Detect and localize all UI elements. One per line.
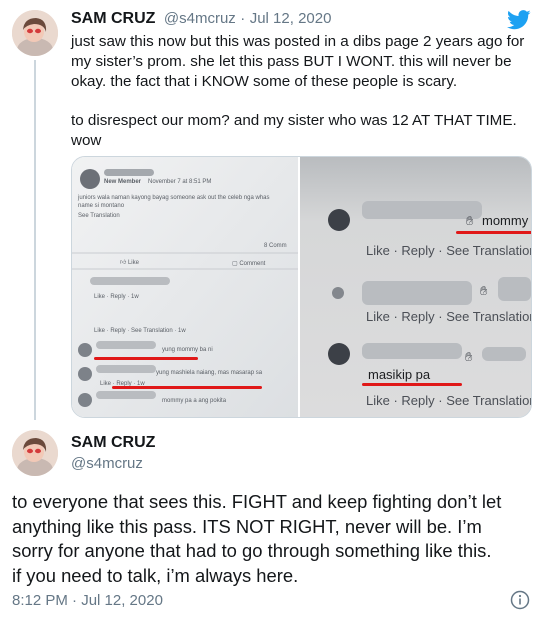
avatar — [78, 367, 92, 381]
tweet-text-line: if you need to talk, i’m always here. — [12, 564, 299, 586]
tweet-date[interactable]: Jul 12, 2020 — [250, 10, 332, 27]
info-icon[interactable] — [510, 590, 530, 615]
comment-icon: ▢ — [232, 261, 238, 267]
photo-left[interactable]: New Member November 7 at 8:51 PM juniors… — [72, 157, 298, 417]
comment-action: ▢ Comment — [232, 260, 265, 267]
author-handle[interactable]: @s4mcruz — [71, 455, 143, 472]
tweet-media[interactable]: New Member November 7 at 8:51 PM juniors… — [71, 156, 532, 418]
tweet-text-line — [71, 91, 536, 111]
thread-line — [34, 60, 36, 420]
avatar[interactable] — [12, 10, 58, 56]
photo-right[interactable]: ✋︎ mommy Like · Reply · See Translation … — [300, 157, 531, 417]
red-underline — [362, 383, 462, 386]
new-member-badge: New Member — [104, 179, 142, 185]
author-handle[interactable]: @s4mcruz — [164, 10, 236, 27]
hand-emoji-icon: ✋︎ — [466, 213, 474, 228]
avatar — [328, 343, 350, 365]
avatar — [78, 393, 92, 407]
redacted-text — [498, 277, 531, 301]
redacted-name — [104, 169, 154, 176]
avatar-photo — [12, 10, 58, 56]
hand-emoji-icon: ✋︎ — [480, 283, 488, 298]
post-date: November 7 at 8:51 PM — [148, 179, 212, 185]
comment-text: mommy — [482, 213, 529, 228]
avatar[interactable] — [12, 430, 58, 476]
avatar-photo — [12, 430, 58, 476]
comment-text: yung mommy ba ni — [162, 347, 213, 353]
hand-emoji-icon: ✋︎ — [465, 349, 473, 364]
tweet-text-line: wow — [71, 131, 102, 149]
comment-actions: Like · Reply · 1w — [94, 294, 139, 300]
comment-actions: Like · Reply · See Translation — [366, 309, 532, 324]
post-text: name si montano — [78, 203, 125, 209]
red-underline — [94, 357, 198, 360]
tweet-text: to everyone that sees this. FIGHT and ke… — [12, 490, 532, 588]
avatar — [332, 287, 344, 299]
tweet-timestamp[interactable]: 8:12 PM · Jul 12, 2020 — [12, 592, 163, 609]
author-name[interactable]: SAM CRUZ — [71, 434, 155, 452]
redacted-name — [362, 281, 472, 305]
redacted-name — [362, 343, 462, 359]
tweet-text-line: my sister’s prom. she let this pass BUT … — [71, 52, 512, 70]
tweet-text: just saw this now but this was posted in… — [71, 32, 536, 151]
comment-actions: Like · Reply · See Translation — [366, 243, 532, 258]
tweet-text-line: just saw this now but this was posted in… — [71, 33, 525, 50]
redacted-name — [96, 365, 156, 373]
redacted-name — [96, 341, 156, 349]
separator: · — [240, 10, 246, 27]
comment-text: mommy pa a ang pokita — [162, 398, 227, 404]
avatar — [80, 169, 100, 189]
avatar — [78, 343, 92, 357]
tweet-text-line: sorry for anyone that had to go through … — [12, 540, 492, 561]
red-underline — [112, 386, 262, 389]
red-underline — [456, 231, 531, 234]
comment-label: Comment — [239, 261, 266, 267]
like-label: Like — [127, 260, 139, 266]
tweet-header: SAM CRUZ @s4mcruz · Jul 12, 2020 — [71, 10, 331, 28]
comment-actions: Like · Reply · See Translation — [366, 393, 532, 408]
like-action: 👍︎ Like — [120, 258, 139, 266]
tweet-text-line: to disrespect our mom? and my sister who… — [71, 112, 517, 130]
redacted-name — [96, 391, 156, 399]
see-translation-link: See Translation — [78, 213, 120, 219]
tweet-text-line: to everyone that sees this. FIGHT and ke… — [12, 491, 502, 512]
like-thumb-icon: 👍︎ — [120, 260, 127, 266]
avatar — [328, 209, 350, 231]
tweet-text-line: anything like this pass. ITS NOT RIGHT, … — [12, 515, 482, 537]
comment-count: 8 Comm — [264, 243, 287, 249]
tweet-text-line: okay. the fact that i KNOW some of these… — [71, 72, 458, 90]
post-text: juniors wala naman kayong bayag someone … — [78, 195, 270, 201]
comment-text: masikip pa — [368, 367, 431, 382]
comment-actions: Like · Reply · See Translation · 1w — [94, 328, 186, 334]
redacted-comment — [90, 277, 170, 285]
redacted-text — [482, 347, 526, 361]
author-name[interactable]: SAM CRUZ — [71, 10, 155, 27]
redacted-name — [362, 201, 482, 219]
comment-text: yung mashiela naiang, mas masarap sa — [156, 370, 263, 376]
